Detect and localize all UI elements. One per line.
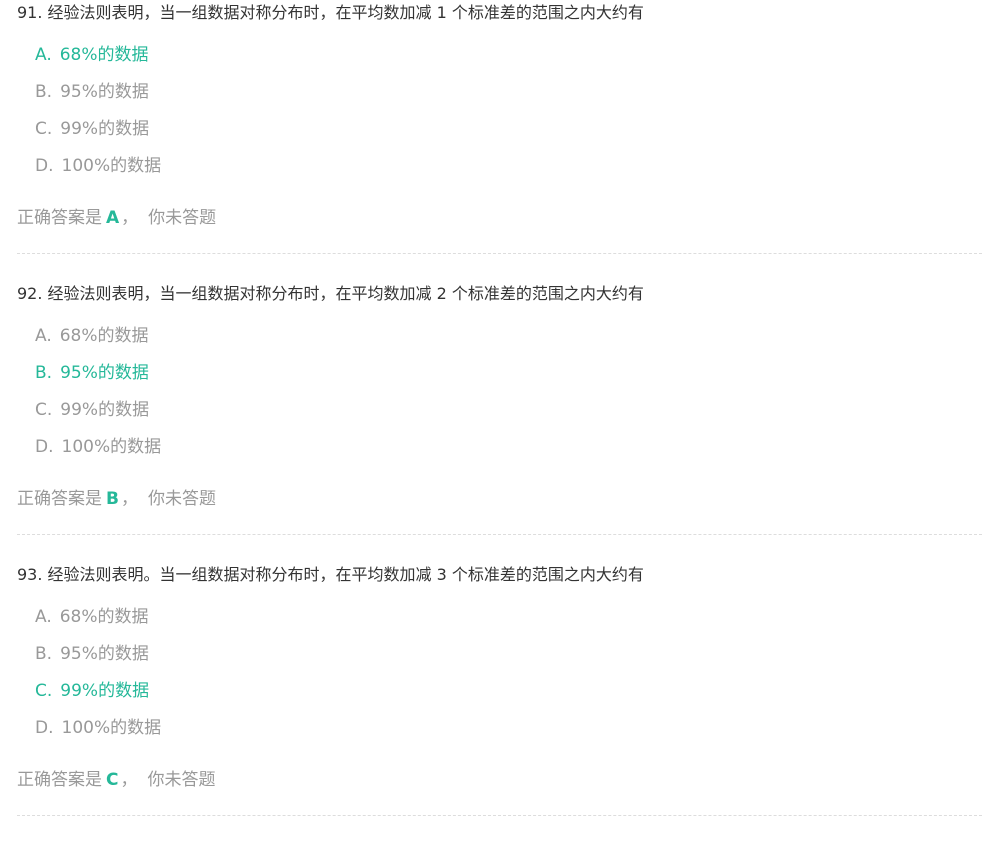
option-text: 95%的数据	[60, 363, 149, 383]
option-text: 99%的数据	[60, 119, 150, 139]
question-title: 91. 经验法则表明，当一组数据对称分布时，在平均数加减 1 个标准差的范围之内…	[17, 3, 644, 22]
options-list: A. 68%的数据 B. 95%的数据 C. 99%的数据 D. 100%的数据	[35, 44, 161, 192]
option-text: 100%的数据	[61, 156, 162, 176]
answer-line: 正确答案是 A， 你未答题	[17, 207, 216, 229]
option-c[interactable]: C. 99%的数据	[35, 680, 161, 717]
option-key: C.	[35, 119, 53, 139]
question-91: 91. 经验法则表明，当一组数据对称分布时，在平均数加减 1 个标准差的范围之内…	[17, 0, 982, 281]
option-text: 99%的数据	[60, 681, 150, 701]
option-key: A.	[35, 45, 52, 65]
answer-status: 你未答题	[147, 489, 216, 509]
option-key: D.	[35, 156, 54, 176]
answer-line: 正确答案是 C， 你未答题	[17, 769, 215, 791]
correct-answer-letter: B	[106, 489, 119, 509]
option-key: D.	[35, 437, 54, 457]
option-a[interactable]: A. 68%的数据	[35, 44, 161, 81]
option-key: B.	[35, 644, 53, 664]
option-text: 68%的数据	[59, 607, 149, 627]
question-list: 91. 经验法则表明，当一组数据对称分布时，在平均数加减 1 个标准差的范围之内…	[0, 0, 982, 843]
divider	[17, 253, 982, 254]
correct-answer-letter: C	[106, 770, 119, 790]
option-c[interactable]: C. 99%的数据	[35, 399, 161, 436]
option-key: A.	[35, 326, 52, 346]
options-list: A. 68%的数据 B. 95%的数据 C. 99%的数据 D. 100%的数据	[35, 606, 161, 754]
option-d[interactable]: D. 100%的数据	[35, 717, 161, 754]
correct-answer-letter: A	[106, 208, 120, 228]
option-d[interactable]: D. 100%的数据	[35, 436, 161, 473]
answer-prefix: 正确答案是	[17, 770, 102, 790]
answer-separator: ，	[120, 489, 138, 509]
divider	[17, 815, 982, 816]
option-d[interactable]: D. 100%的数据	[35, 155, 161, 192]
option-text: 95%的数据	[60, 644, 149, 664]
option-key: B.	[35, 363, 53, 383]
option-key: D.	[35, 718, 54, 738]
option-text: 100%的数据	[61, 437, 162, 457]
answer-status: 你未答题	[147, 770, 216, 790]
answer-prefix: 正确答案是	[17, 489, 102, 509]
question-title: 92. 经验法则表明，当一组数据对称分布时，在平均数加减 2 个标准差的范围之内…	[17, 284, 644, 303]
option-text: 99%的数据	[60, 400, 150, 420]
question-92: 92. 经验法则表明，当一组数据对称分布时，在平均数加减 2 个标准差的范围之内…	[17, 281, 982, 562]
options-list: A. 68%的数据 B. 95%的数据 C. 99%的数据 D. 100%的数据	[35, 325, 161, 473]
question-title: 93. 经验法则表明。当一组数据对称分布时，在平均数加减 3 个标准差的范围之内…	[17, 565, 644, 584]
answer-status: 你未答题	[148, 208, 217, 228]
answer-separator: ，	[120, 770, 138, 790]
option-a[interactable]: A. 68%的数据	[35, 606, 161, 643]
option-text: 100%的数据	[61, 718, 162, 738]
option-b[interactable]: B. 95%的数据	[35, 81, 161, 118]
option-text: 68%的数据	[59, 326, 149, 346]
answer-separator: ，	[121, 208, 139, 228]
option-key: C.	[35, 400, 53, 420]
answer-line: 正确答案是 B， 你未答题	[17, 488, 216, 510]
option-key: B.	[35, 82, 53, 102]
question-93: 93. 经验法则表明。当一组数据对称分布时，在平均数加减 3 个标准差的范围之内…	[17, 562, 982, 843]
divider	[17, 534, 982, 535]
option-b[interactable]: B. 95%的数据	[35, 643, 161, 680]
option-b[interactable]: B. 95%的数据	[35, 362, 161, 399]
option-text: 95%的数据	[60, 82, 149, 102]
option-key: C.	[35, 681, 53, 701]
option-text: 68%的数据	[59, 45, 149, 65]
option-key: A.	[35, 607, 52, 627]
answer-prefix: 正确答案是	[17, 208, 102, 228]
option-a[interactable]: A. 68%的数据	[35, 325, 161, 362]
option-c[interactable]: C. 99%的数据	[35, 118, 161, 155]
